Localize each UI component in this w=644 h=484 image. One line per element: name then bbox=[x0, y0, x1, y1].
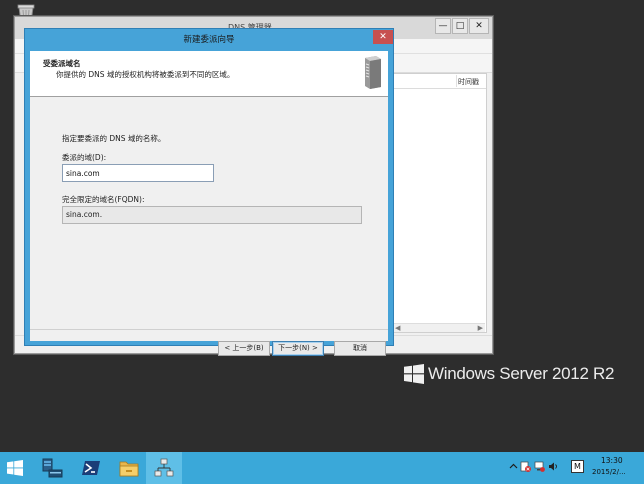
wizard-title: 新建委派向导 bbox=[183, 35, 235, 45]
action-center-icon[interactable] bbox=[520, 461, 531, 472]
clock-time[interactable]: 13:30 bbox=[601, 456, 623, 465]
cancel-button[interactable]: 取消 bbox=[334, 341, 386, 356]
wizard-body: 受委派域名 你提供的 DNS 域的授权机构将被委派到不同的区域。 指定要委派的 … bbox=[30, 51, 388, 356]
server-manager-icon[interactable] bbox=[34, 452, 70, 484]
scroll-left-icon[interactable]: ◀ bbox=[395, 324, 400, 332]
scroll-right-icon[interactable]: ▶ bbox=[478, 324, 483, 332]
wizard-header-subtitle: 你提供的 DNS 域的授权机构将被委派到不同的区域。 bbox=[56, 70, 235, 79]
wizard-description: 指定要委派的 DNS 域的名称。 bbox=[62, 134, 166, 143]
wizard-close-button[interactable]: ✕ bbox=[373, 30, 393, 44]
tray-expand-icon[interactable] bbox=[508, 461, 519, 472]
delegated-domain-label: 委派的域(D): bbox=[62, 153, 107, 162]
back-button[interactable]: < 上一步(B) bbox=[218, 341, 270, 356]
horizontal-scrollbar[interactable]: ◀ ▶ bbox=[393, 323, 485, 332]
new-delegation-wizard: 新建委派向导 ✕ 受委派域名 你提供的 DNS 域的授权机构将被委派到不同的区域… bbox=[24, 28, 394, 356]
wizard-header-title: 受委派域名 bbox=[43, 59, 81, 68]
server-tower-icon bbox=[361, 55, 383, 89]
windows-server-branding: Windows Server 2012 R2 bbox=[404, 364, 614, 384]
divider bbox=[30, 329, 388, 330]
list-column-header: 时间戳 bbox=[394, 74, 486, 89]
next-button[interactable]: 下一步(N) > bbox=[272, 341, 324, 356]
dns-record-list[interactable]: 时间戳 bbox=[393, 73, 487, 333]
delegated-domain-input[interactable] bbox=[62, 164, 214, 182]
dns-manager-icon[interactable] bbox=[146, 452, 182, 484]
system-tray: M 13:30 2015/2/... bbox=[500, 452, 644, 484]
branding-text: Windows Server 2012 R2 bbox=[428, 364, 615, 383]
file-explorer-icon[interactable] bbox=[114, 452, 144, 484]
clock-date[interactable]: 2015/2/... bbox=[592, 468, 626, 476]
close-button[interactable]: ✕ bbox=[469, 18, 489, 34]
wizard-header: 受委派域名 你提供的 DNS 域的授权机构将被委派到不同的区域。 bbox=[30, 51, 388, 97]
windows-logo-icon bbox=[404, 364, 424, 384]
start-button[interactable] bbox=[0, 452, 30, 484]
fqdn-label: 完全限定的域名(FQDN): bbox=[62, 195, 145, 204]
maximize-button[interactable]: □ bbox=[452, 18, 468, 34]
speaker-icon[interactable] bbox=[548, 461, 559, 472]
network-icon[interactable] bbox=[534, 461, 545, 472]
taskbar: M 13:30 2015/2/... bbox=[0, 452, 644, 484]
powershell-icon[interactable] bbox=[76, 452, 106, 484]
column-timestamp[interactable]: 时间戳 bbox=[458, 77, 479, 87]
start-windows-icon bbox=[7, 460, 23, 476]
fqdn-field: sina.com. bbox=[62, 206, 362, 224]
ime-indicator[interactable]: M bbox=[571, 460, 584, 473]
minimize-button[interactable]: — bbox=[435, 18, 451, 34]
